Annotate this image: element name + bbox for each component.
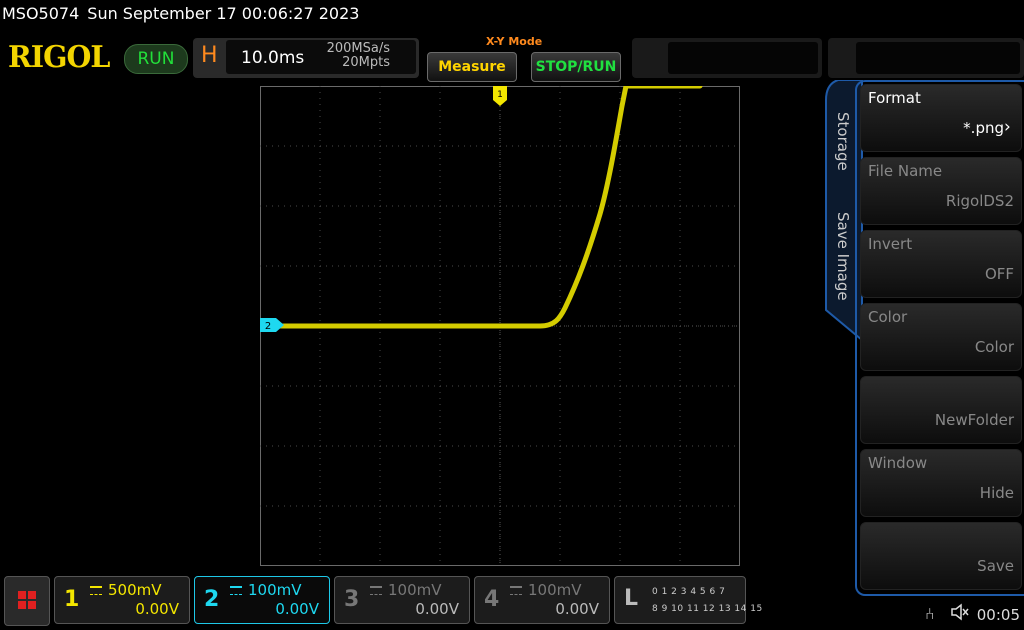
menu-item-value: NewFolder — [934, 411, 1014, 429]
channel-offset: 0.00V — [415, 600, 459, 618]
menu-item[interactable] — [860, 376, 1022, 444]
clock: 00:05 — [976, 606, 1020, 624]
logic-row-2: 8 9 10 11 12 13 14 15 — [652, 604, 763, 614]
usb-icon: ⑃ — [925, 604, 935, 623]
menu-item-value: *.png — [963, 119, 1004, 137]
window-title: MSO5074 Sun September 17 00:06:27 2023 — [2, 4, 367, 23]
menu-item-value: RigolDS2 — [945, 192, 1014, 210]
dc-coupling-icon — [510, 586, 522, 595]
horizontal-letter: H — [201, 43, 218, 68]
dc-coupling-icon — [230, 586, 242, 595]
channel-number: 1 — [64, 587, 80, 612]
menu-item-label: Invert — [868, 235, 913, 253]
rigol-logo: RIGOL — [8, 40, 110, 75]
grid-menu-icon — [18, 591, 36, 609]
channel-number: 4 — [484, 587, 500, 612]
memory-depth: 20Mpts — [342, 55, 390, 70]
logic-letter: L — [624, 586, 639, 611]
sample-rate: 200MSa/s — [326, 41, 390, 56]
speaker-muted-icon[interactable] — [950, 603, 970, 625]
measure-button[interactable]: Measure — [427, 52, 517, 82]
ch2-marker-label: 2 — [265, 321, 271, 332]
chevron-right-icon: › — [1004, 117, 1011, 137]
logic-row-1: 0 1 2 3 4 5 6 7 — [652, 587, 726, 597]
menu-item-label: Format — [868, 89, 921, 107]
timebase-value: 10.0ms — [241, 48, 305, 68]
menu-item-label: File Name — [868, 162, 943, 180]
run-status-indicator[interactable]: RUN — [124, 44, 188, 74]
dc-coupling-icon — [90, 586, 102, 595]
storage-tab-label: Storage — [834, 112, 852, 171]
menu-item-value: Hide — [979, 484, 1014, 502]
menu-item-value: OFF — [984, 265, 1014, 283]
menu-item[interactable] — [860, 522, 1022, 590]
sample-info: 200MSa/s 20Mpts — [320, 42, 390, 70]
model-label: MSO5074 — [2, 4, 80, 23]
main-menu-button[interactable] — [4, 576, 50, 626]
channel-scale: 100mV — [248, 581, 302, 599]
channel-number: 3 — [344, 587, 360, 612]
trigger-panel-inner — [668, 42, 818, 74]
dc-coupling-icon — [370, 586, 382, 595]
menu-item-label: Color — [868, 308, 908, 326]
channel-offset: 0.00V — [275, 600, 319, 618]
stop-run-button[interactable]: STOP/RUN — [531, 52, 621, 82]
trigger-marker-label: 1 — [497, 90, 503, 100]
xy-mode-label: X-Y Mode — [486, 35, 543, 48]
channel-number: 2 — [204, 587, 220, 612]
trigger-position-marker[interactable]: 1 — [493, 86, 507, 106]
menu-item-value: Save — [977, 557, 1014, 575]
channel-offset: 0.00V — [555, 600, 599, 618]
channel-offset: 0.00V — [135, 600, 179, 618]
channel-scale: 500mV — [108, 581, 162, 599]
channel-2-offset-marker[interactable]: 2 — [260, 318, 284, 332]
menu-item-label: Window — [868, 454, 928, 472]
save-image-tab-label: Save Image — [834, 212, 852, 301]
channel-scale: 100mV — [528, 581, 582, 599]
waveform-display[interactable] — [260, 86, 740, 566]
channel-scale: 100mV — [388, 581, 442, 599]
datetime-label: Sun September 17 00:06:27 2023 — [87, 4, 360, 23]
info-panel-inner — [856, 42, 1020, 74]
menu-item-value: Color — [974, 338, 1014, 356]
